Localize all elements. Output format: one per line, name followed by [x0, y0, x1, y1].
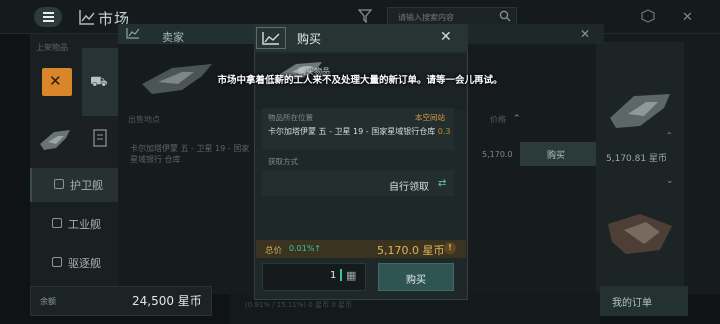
- text-caret: [340, 269, 342, 281]
- close-icon[interactable]: ✕: [440, 29, 452, 45]
- total-price-value: 5,170.0 星币: [377, 244, 445, 257]
- menu-icon-line: [43, 16, 54, 18]
- cart-icon: ⛟: [90, 74, 108, 90]
- row-price: 5,170.0: [482, 150, 513, 159]
- menu-icon-line: [43, 12, 54, 14]
- sidebar-item-label: 驱逐舰: [68, 257, 101, 270]
- sidebar-item-label: 护卫舰: [70, 179, 103, 192]
- my-orders-button[interactable]: 我的订单: [600, 286, 688, 316]
- chart-icon: [126, 28, 140, 39]
- document-icon[interactable]: [86, 128, 114, 148]
- industrial-icon: [52, 218, 62, 228]
- footer-stats: (0.91% / 15.11%) 0 星币 0 星币: [245, 301, 353, 309]
- calculator-icon[interactable]: ▦: [346, 269, 356, 282]
- blade-icon: ✕: [49, 72, 62, 90]
- balance-label: 余额: [40, 297, 56, 306]
- destroyer-icon: [52, 257, 62, 267]
- settings-icon[interactable]: [641, 9, 655, 23]
- chart-icon: [79, 10, 95, 25]
- search-placeholder: 请输入搜索内容: [398, 13, 454, 22]
- seller-panel-header: [118, 24, 268, 44]
- frigate-icon: [54, 179, 64, 189]
- buy-button-label: 购买: [406, 275, 426, 286]
- sidebar-item-destroyer[interactable]: 驱逐舰: [30, 246, 118, 280]
- my-orders-label: 我的订单: [612, 298, 652, 309]
- chevron-up-icon[interactable]: ⌃: [666, 131, 673, 140]
- dialog-title: 购买: [297, 32, 322, 46]
- chart-icon: [262, 32, 280, 45]
- acquire-method-value: 自行领取: [389, 182, 429, 193]
- row-location: 卡尔加塔伊蒙 五 - 卫星 19 - 国家星域银行 仓库: [130, 144, 250, 164]
- close-icon[interactable]: ✕: [580, 27, 590, 41]
- buy-button[interactable]: 购买: [378, 263, 454, 291]
- sidebar-item-label: 工业舰: [68, 218, 101, 231]
- acquire-method-label: 获取方式: [268, 157, 298, 166]
- sidebar-item-escort[interactable]: 护卫舰: [30, 168, 118, 202]
- error-toast: 市场中拿着低薪的工人来不及处理大量的新订单。请等一会儿再试。: [217, 75, 503, 86]
- balance-value: 24,500 星币: [132, 294, 202, 308]
- column-header-location: 出售地点: [128, 115, 160, 124]
- column-header-price[interactable]: 价格: [490, 114, 506, 125]
- chevron-up-icon[interactable]: ⌃: [513, 114, 521, 124]
- menu-icon-line: [43, 20, 54, 22]
- filter-icon[interactable]: [358, 9, 372, 23]
- current-station-tag: 本空间站: [415, 113, 445, 122]
- tax-rate: 0.01%↑: [289, 244, 322, 253]
- search-icon[interactable]: [499, 10, 511, 22]
- row-buy-button[interactable]: 购买: [520, 142, 596, 166]
- location-label: 物品所在位置: [268, 113, 313, 122]
- swap-icon[interactable]: ⇄: [438, 178, 446, 189]
- warning-icon[interactable]: !: [444, 242, 456, 254]
- sidebar-item-industrial[interactable]: 工业舰: [30, 207, 118, 241]
- quantity-value: 1: [330, 270, 337, 281]
- chevron-down-icon[interactable]: ⌄: [666, 176, 674, 186]
- ship-thumbnail-icon[interactable]: [36, 124, 76, 154]
- security-level: 0.3: [437, 127, 451, 136]
- seller-panel-title: 卖家: [162, 31, 184, 44]
- buy-dialog-header: [254, 24, 468, 52]
- total-price-label: 总价: [265, 246, 283, 256]
- location-name-text: 卡尔加塔伊蒙 五 - 卫星 19 - 国家星域银行仓库: [268, 127, 436, 136]
- row-buy-label: 购买: [547, 151, 566, 161]
- close-icon[interactable]: ✕: [682, 10, 693, 25]
- sidebar-section-label: 上架物品: [36, 43, 68, 52]
- ship-image: [610, 94, 670, 128]
- side-price: 5,170.81 星币: [606, 154, 667, 164]
- menu-button[interactable]: [34, 7, 62, 27]
- ship-image: [608, 214, 672, 254]
- location-name: 卡尔加塔伊蒙 五 - 卫星 19 - 国家星域银行仓库 0.3: [268, 127, 452, 137]
